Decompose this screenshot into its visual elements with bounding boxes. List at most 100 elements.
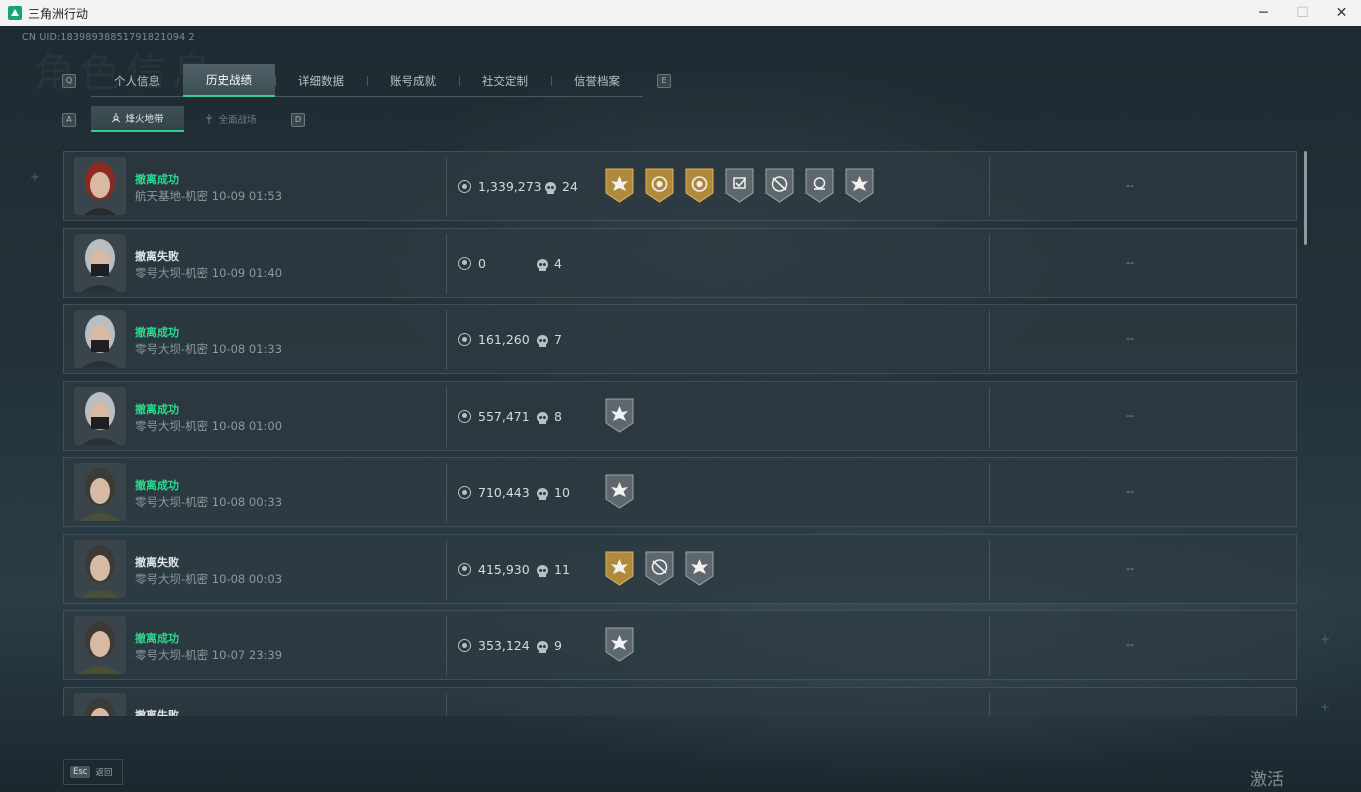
app-logo-icon xyxy=(8,6,22,20)
skull-kills-icon xyxy=(537,410,548,424)
medal-gold-sun-icon xyxy=(605,168,634,203)
coin-icon xyxy=(458,409,471,423)
medal-gold-sun-icon xyxy=(605,551,634,586)
maximize-button[interactable]: ☐ xyxy=(1283,0,1322,26)
match-record-row[interactable]: 撤离失败 xyxy=(63,686,1297,717)
coin-icon xyxy=(458,562,471,576)
operator-avatar xyxy=(74,157,126,215)
skull-kills-icon xyxy=(537,257,548,271)
match-record-row[interactable]: 撤离成功 零号大坝-机密 10-08 01:00 557,471 8 -- xyxy=(63,380,1297,451)
match-history-list[interactable]: 撤离成功 航天基地-机密 10-09 01:53 1,339,273 24 -- 撤离失败… xyxy=(63,151,1299,716)
subtab-0[interactable]: 烽火地带 xyxy=(91,106,184,132)
medal-list xyxy=(604,474,635,509)
extraction-value: 1,339,273 xyxy=(478,179,542,194)
window-titlebar: 三角洲行动 ─ ☐ ✕ xyxy=(0,0,1361,26)
kill-count: 4 xyxy=(554,255,562,271)
match-record-row[interactable]: 撤离成功 零号大坝-机密 10-08 00:33 710,443 10 -- xyxy=(63,457,1297,527)
extraction-status: 撤离成功 xyxy=(135,326,179,339)
key-hint-q: Q xyxy=(62,74,76,88)
kill-count: 11 xyxy=(554,561,570,577)
extraction-value: 161,260 xyxy=(478,332,530,347)
key-hint-d: D xyxy=(291,113,305,127)
tab-0[interactable]: 个人信息 xyxy=(91,64,183,97)
medal-silver-star-icon xyxy=(685,551,714,586)
subtab-1[interactable]: 全面战场 xyxy=(184,106,277,132)
medal-list xyxy=(604,398,635,433)
kill-count: 7 xyxy=(554,332,562,347)
subtab-label: 烽火地带 xyxy=(125,114,164,125)
map-and-time: 零号大坝-机密 10-08 01:33 xyxy=(135,342,283,356)
medal-silver-check-icon xyxy=(725,168,754,203)
skull-kills-icon xyxy=(537,333,548,347)
medal-silver-star-icon xyxy=(605,398,634,433)
operator-avatar xyxy=(74,386,126,445)
map-and-time: 航天基地-机密 10-09 01:53 xyxy=(135,189,283,203)
column-divider xyxy=(989,157,990,217)
minimize-button[interactable]: ─ xyxy=(1244,0,1283,26)
extraction-status: 撤离失败 xyxy=(135,708,179,717)
column-divider xyxy=(446,692,447,716)
tab-3[interactable]: 账号成就 xyxy=(367,64,459,97)
column-divider xyxy=(446,463,447,523)
list-scrollbar[interactable] xyxy=(1304,151,1307,245)
match-record-row[interactable]: 撤离成功零号大坝-机密 10-08 01:33 161,260 7 -- xyxy=(63,304,1297,374)
tab-5[interactable]: 信誉档案 xyxy=(551,64,643,97)
tab-4[interactable]: 社交定制 xyxy=(459,64,551,97)
main-tabbar: 个人信息 历史战绩 详细数据 账号成就 社交定制 信誉档案 xyxy=(91,64,643,97)
coin-icon xyxy=(458,486,471,499)
medal-list xyxy=(604,627,635,662)
extraction-status: 撤离成功 xyxy=(135,173,179,186)
extraction-value: 353,124 xyxy=(478,638,530,653)
extra-info: -- xyxy=(1126,638,1134,651)
back-label: 返回 xyxy=(95,768,113,778)
operator-avatar xyxy=(74,616,126,674)
column-divider xyxy=(989,386,990,447)
tab-1[interactable]: 历史战绩 xyxy=(183,64,275,97)
battlefield-icon xyxy=(206,114,213,124)
match-record-row[interactable]: 撤离失败零号大坝-机密 10-08 00:03 415,930 11 -- xyxy=(63,533,1297,604)
extra-info: -- xyxy=(1126,332,1134,345)
extra-info: -- xyxy=(1126,485,1134,498)
medal-gold-crest-icon xyxy=(645,168,674,203)
map-and-time: 零号大坝-机密 10-08 00:03 xyxy=(135,571,283,586)
column-divider xyxy=(446,386,447,447)
activate-windows-watermark: 激活 Windows xyxy=(1250,770,1326,792)
map-and-time: 零号大坝-机密 10-07 23:39 xyxy=(135,648,283,662)
medal-silver-skull-icon xyxy=(805,168,834,203)
column-divider xyxy=(446,539,447,600)
medal-silver-no-scope-icon xyxy=(645,551,674,586)
back-button[interactable]: Esc 返回 xyxy=(63,759,123,785)
extra-info: -- xyxy=(1126,408,1134,422)
extraction-status: 撤离成功 xyxy=(135,402,179,416)
operator-avatar xyxy=(74,233,126,292)
column-divider xyxy=(989,616,990,676)
match-record-row[interactable]: 撤离失败 零号大坝-机密 10-09 01:40 0 4 -- xyxy=(63,227,1297,298)
match-record-row[interactable]: 撤离成功 零号大坝-机密 10-07 23:39 353,124 9 -- xyxy=(63,610,1297,680)
close-button[interactable]: ✕ xyxy=(1322,0,1361,26)
extraction-status: 撤离成功 xyxy=(135,479,179,492)
skull-kills-icon xyxy=(537,563,548,577)
tab-2[interactable]: 详细数据 xyxy=(275,64,367,97)
skull-kills-icon xyxy=(545,180,556,194)
operator-avatar xyxy=(74,539,126,598)
mode-subtabs: 烽火地带 全面战场 xyxy=(91,106,277,132)
medal-silver-no-scope-icon xyxy=(765,168,794,203)
extraction-value: 557,471 xyxy=(478,408,530,424)
column-divider xyxy=(989,463,990,523)
kill-count: 10 xyxy=(554,485,570,500)
operator-avatar xyxy=(74,463,126,521)
key-hint-a: A xyxy=(62,113,76,127)
match-record-row[interactable]: 撤离成功 航天基地-机密 10-09 01:53 1,339,273 24 -- xyxy=(63,151,1297,221)
window-title: 三角洲行动 xyxy=(28,6,89,21)
player-uid: CN UID:18398938851791821094 2 xyxy=(22,32,195,43)
column-divider xyxy=(989,310,990,370)
extra-info: -- xyxy=(1126,561,1134,575)
map-and-time: 零号大坝-机密 10-09 01:40 xyxy=(135,265,283,280)
extraction-status: 撤离失败 xyxy=(135,555,179,569)
extraction-value: 710,443 xyxy=(478,485,530,500)
column-divider xyxy=(446,616,447,676)
medal-gold-coin-icon xyxy=(685,168,714,203)
medal-list xyxy=(604,168,875,203)
crosshair-decoration: + xyxy=(30,170,41,184)
extraction-value: 415,930 xyxy=(478,561,530,577)
